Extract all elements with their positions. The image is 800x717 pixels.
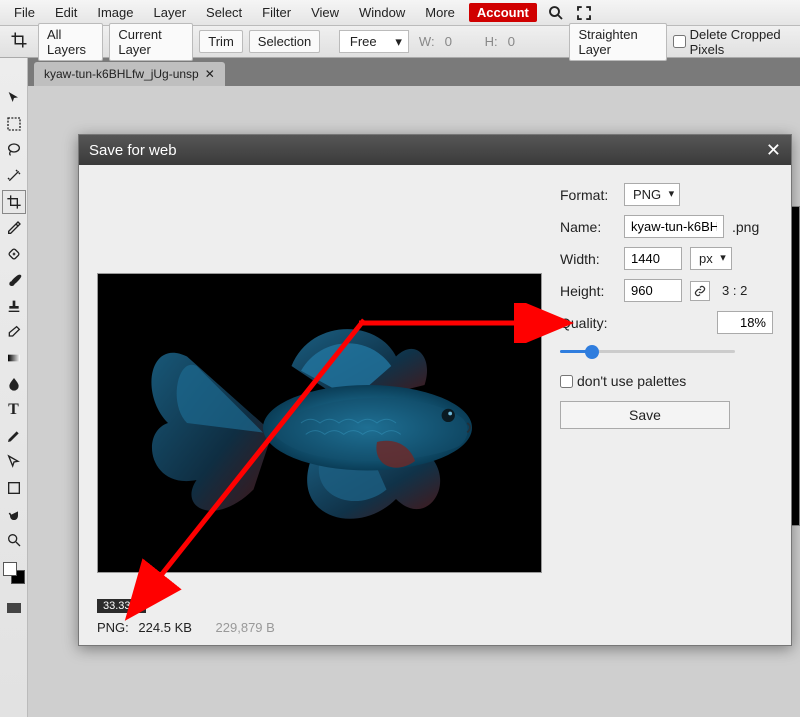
delete-cropped-input[interactable] <box>673 35 686 48</box>
file-info: PNG: 224.5 KB 229,879 B <box>97 620 275 635</box>
preview-image[interactable] <box>97 273 542 573</box>
export-controls: Format: PNG Name: .png Width: px Height:… <box>560 183 773 635</box>
no-palettes-label: don't use palettes <box>577 373 686 389</box>
eraser-tool[interactable] <box>2 320 26 344</box>
blur-tool[interactable] <box>2 372 26 396</box>
export-width-input[interactable] <box>624 247 682 270</box>
zoom-badge[interactable]: 33.33% <box>97 599 146 613</box>
height-label: H: <box>481 34 502 49</box>
shape-tool[interactable] <box>2 476 26 500</box>
pen-tool[interactable] <box>2 424 26 448</box>
healing-tool[interactable] <box>2 242 26 266</box>
current-layer-button[interactable]: Current Layer <box>109 23 193 61</box>
width-label: W: <box>415 34 439 49</box>
menu-filter[interactable]: Filter <box>252 1 301 24</box>
quality-input[interactable] <box>717 311 773 334</box>
export-height-input[interactable] <box>624 279 682 302</box>
wand-tool[interactable] <box>2 164 26 188</box>
file-size-bytes: 229,879 B <box>216 620 275 635</box>
delete-cropped-label: Delete Cropped Pixels <box>690 27 794 57</box>
width-field-label: Width: <box>560 251 616 267</box>
close-icon[interactable]: ✕ <box>205 67 215 81</box>
document-tab[interactable]: kyaw-tun-k6BHLfw_jUg-unsp ✕ <box>34 62 225 86</box>
type-tool[interactable]: T <box>2 398 26 422</box>
ext-label: .png <box>732 219 759 235</box>
menu-window[interactable]: Window <box>349 1 415 24</box>
dialog-title: Save for web <box>89 142 177 159</box>
name-input[interactable] <box>624 215 724 238</box>
document-tabs: kyaw-tun-k6BHLfw_jUg-unsp ✕ <box>0 58 800 86</box>
close-icon[interactable]: ✕ <box>766 140 781 161</box>
all-layers-button[interactable]: All Layers <box>38 23 103 61</box>
betta-fish-art <box>130 293 510 553</box>
name-field-label: Name: <box>560 219 616 235</box>
options-bar: All Layers Current Layer Trim Selection … <box>0 26 800 58</box>
toolbox: T <box>0 58 28 717</box>
menu-select[interactable]: Select <box>196 1 252 24</box>
stamp-tool[interactable] <box>2 294 26 318</box>
gradient-tool[interactable] <box>2 346 26 370</box>
save-for-web-dialog: Save for web ✕ <box>78 134 792 646</box>
dialog-titlebar[interactable]: Save for web ✕ <box>79 135 791 165</box>
marquee-tool[interactable] <box>2 112 26 136</box>
tab-title: kyaw-tun-k6BHLfw_jUg-unsp <box>44 67 199 81</box>
save-button[interactable]: Save <box>560 401 730 429</box>
crop-tool[interactable] <box>2 190 26 214</box>
hand-tool[interactable] <box>2 502 26 526</box>
path-tool[interactable] <box>2 450 26 474</box>
crop-icon <box>6 31 32 52</box>
quality-slider[interactable] <box>560 343 735 359</box>
straighten-button[interactable]: Straighten Layer <box>569 23 666 61</box>
fullscreen-icon[interactable] <box>575 4 593 22</box>
trim-button[interactable]: Trim <box>199 30 243 53</box>
lasso-tool[interactable] <box>2 138 26 162</box>
menu-view[interactable]: View <box>301 1 349 24</box>
delete-cropped-checkbox[interactable]: Delete Cropped Pixels <box>673 27 794 57</box>
zoom-tool[interactable] <box>2 528 26 552</box>
quality-field-label: Quality: <box>560 315 616 331</box>
color-swatch[interactable] <box>3 562 25 584</box>
height-field-label: Height: <box>560 283 616 299</box>
eyedropper-tool[interactable] <box>2 216 26 240</box>
format-field-label: Format: <box>560 187 616 203</box>
height-input[interactable] <box>508 34 538 49</box>
quickmask-icon[interactable] <box>2 596 26 620</box>
account-button[interactable]: Account <box>469 3 537 22</box>
move-tool[interactable] <box>2 86 26 110</box>
menu-image[interactable]: Image <box>87 1 143 24</box>
width-input[interactable] <box>445 34 475 49</box>
menu-edit[interactable]: Edit <box>45 1 87 24</box>
aspect-select[interactable]: Free <box>339 30 409 53</box>
format-select[interactable]: PNG <box>624 183 680 206</box>
menu-file[interactable]: File <box>4 1 45 24</box>
selection-button[interactable]: Selection <box>249 30 320 53</box>
file-size-kb: 224.5 KB <box>138 620 192 635</box>
no-palettes-checkbox[interactable]: don't use palettes <box>560 373 773 389</box>
no-palettes-input[interactable] <box>560 375 573 388</box>
aspect-ratio: 3 : 2 <box>722 283 747 298</box>
preview-pane: 33.33% PNG: 224.5 KB 229,879 B <box>97 183 542 635</box>
format-label: PNG: <box>97 620 129 635</box>
link-icon[interactable] <box>690 281 710 301</box>
search-icon[interactable] <box>547 4 565 22</box>
unit-select[interactable]: px <box>690 247 732 270</box>
brush-tool[interactable] <box>2 268 26 292</box>
menu-more[interactable]: More <box>415 1 465 24</box>
menu-layer[interactable]: Layer <box>144 1 197 24</box>
